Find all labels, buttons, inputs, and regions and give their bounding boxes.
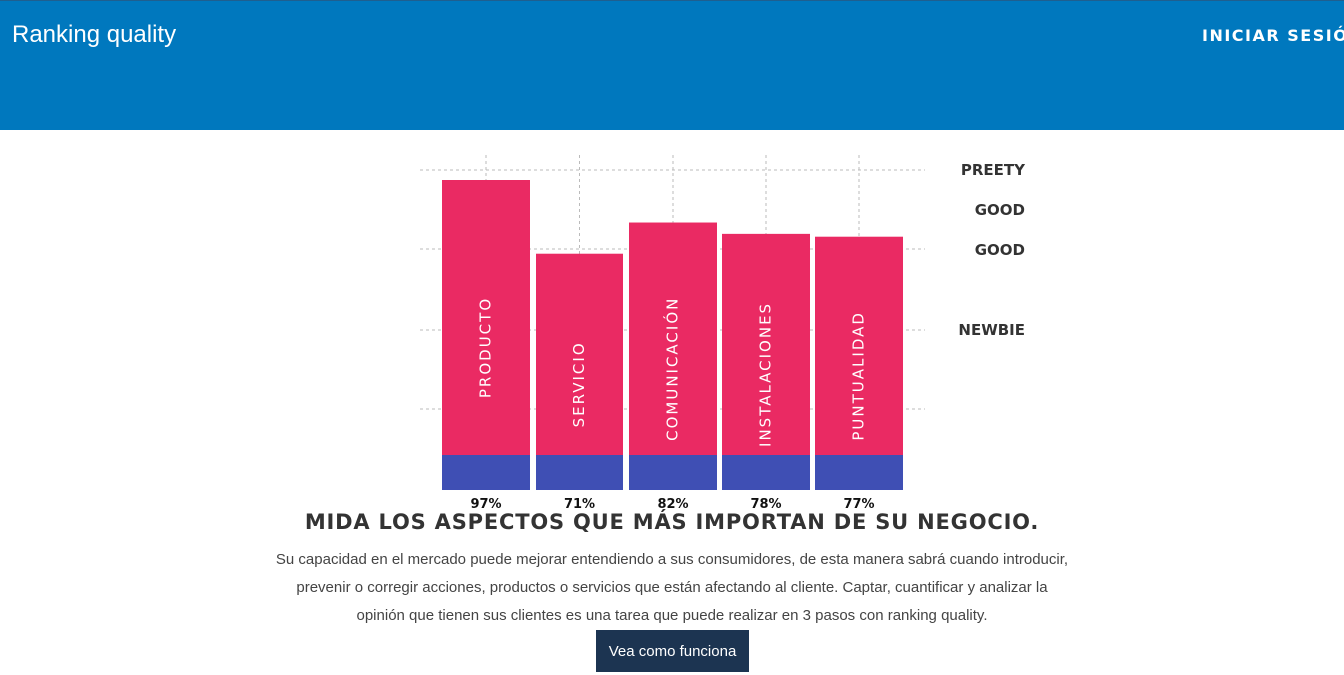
chart-svg: PRODUCTO97%SERVICIO71%COMUNICACIÓN82%INS… xyxy=(420,155,1026,512)
level-label: PREETY xyxy=(961,161,1026,179)
how-it-works-button[interactable]: Vea como funciona xyxy=(596,630,749,672)
bar-category-label: SERVICIO xyxy=(570,341,588,427)
description-text: Su capacidad en el mercado puede mejorar… xyxy=(275,551,1069,624)
bar-category-label: INSTALACIONES xyxy=(757,302,775,447)
login-link[interactable]: INICIAR SESIÓN xyxy=(1202,26,1344,45)
quality-bar-chart: PRODUCTO 97% SERVICIO 71% COMUNICACIÓN 82% INS… xyxy=(0,130,1344,512)
bar-base xyxy=(629,455,717,490)
brand-title[interactable]: Ranking quality xyxy=(12,21,176,49)
bar-base xyxy=(815,455,903,490)
main-headline: MIDA LOS ASPECTOS QUE MÁS IMPORTAN DE SU… xyxy=(304,510,1040,534)
bar-category-label: PUNTUALIDAD xyxy=(850,311,868,441)
bar-base xyxy=(442,455,530,490)
bar-base xyxy=(722,455,810,490)
bar-base xyxy=(536,455,623,490)
bar-category-label: PRODUCTO xyxy=(477,297,495,398)
level-label: NEWBIE xyxy=(958,321,1025,339)
bar-category-label: COMUNICACIÓN xyxy=(663,297,682,441)
level-label: GOOD xyxy=(975,241,1025,259)
level-label: GOOD xyxy=(975,201,1025,219)
top-navbar: Ranking quality INICIAR SESIÓN xyxy=(0,0,1344,130)
